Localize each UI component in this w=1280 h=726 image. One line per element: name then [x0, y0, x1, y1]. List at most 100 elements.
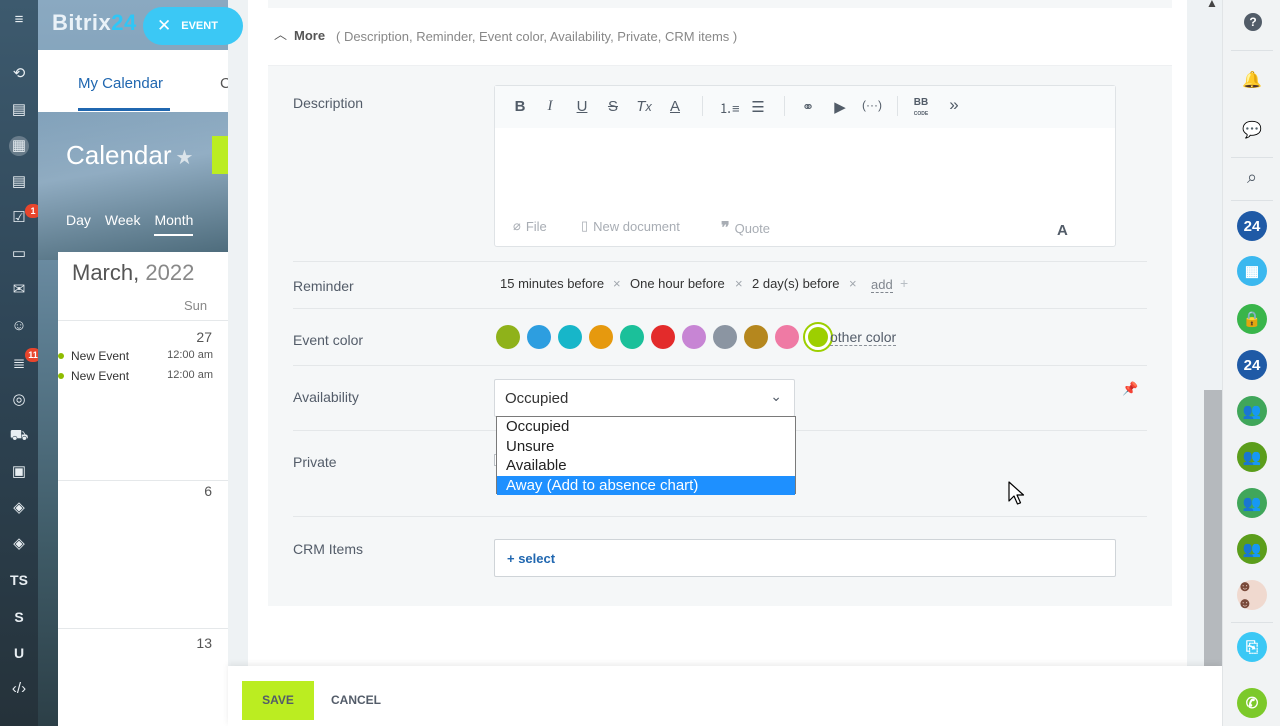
star-icon[interactable]: ★: [176, 147, 194, 169]
color-swatch[interactable]: [713, 325, 737, 349]
code-block-icon[interactable]: (···): [861, 98, 883, 112]
new-document-button[interactable]: ▯ New document: [581, 218, 680, 234]
plus-icon[interactable]: +: [900, 275, 908, 291]
toggle-toolbar-icon[interactable]: A: [1057, 222, 1068, 239]
cancel-button[interactable]: CANCEL: [331, 693, 381, 707]
quote-button[interactable]: ❞ Quote: [721, 218, 770, 238]
nav-text-ts[interactable]: TS: [9, 570, 29, 590]
group-chat-icon-4[interactable]: 👥: [1237, 534, 1267, 564]
contact-card-icon[interactable]: ▣: [9, 462, 29, 482]
day-number[interactable]: 27: [196, 329, 212, 345]
remove-reminder-icon[interactable]: ×: [735, 276, 743, 291]
color-swatch[interactable]: [620, 325, 644, 349]
text-color-icon[interactable]: A: [666, 98, 684, 115]
code-icon[interactable]: ‹/›: [9, 679, 29, 699]
color-swatch[interactable]: [558, 325, 582, 349]
documents-icon[interactable]: ▤: [9, 172, 29, 192]
user-avatar[interactable]: ☻☻: [1237, 578, 1267, 612]
color-swatch[interactable]: [527, 325, 551, 349]
group-chat-icon-2[interactable]: 👥: [1237, 442, 1267, 472]
search-icon[interactable]: ⌕: [1237, 162, 1267, 192]
close-event-button[interactable]: ✕ EVENT: [143, 7, 243, 45]
activity-stream-icon[interactable]: ⟲: [9, 64, 29, 84]
other-color-link[interactable]: other color: [830, 329, 897, 346]
color-swatch[interactable]: [744, 325, 768, 349]
calendar-event[interactable]: New Event 12:00 am: [58, 369, 213, 383]
pin-icon[interactable]: 📌: [1122, 381, 1138, 397]
target-icon[interactable]: ◎: [9, 390, 29, 410]
lock-chat-icon[interactable]: 🔒: [1237, 304, 1267, 334]
crm-select-link[interactable]: + select: [507, 551, 555, 566]
underline-icon[interactable]: U: [573, 98, 591, 115]
bold-icon[interactable]: B: [511, 98, 529, 115]
link-icon[interactable]: ⚭: [799, 98, 817, 116]
group-chat-icon-3[interactable]: 👥: [1237, 488, 1267, 518]
option-available[interactable]: Available: [497, 456, 795, 476]
bullet-list-icon[interactable]: ☰: [749, 98, 767, 116]
close-icon: ✕: [157, 16, 172, 35]
group-chat-icon[interactable]: 👥: [1237, 396, 1267, 426]
view-month[interactable]: Month: [154, 212, 194, 236]
crm-items-field[interactable]: + select: [494, 539, 1116, 577]
calendar-background: Bitrix24 My Calendar C Calendar ★ Day Wee…: [38, 0, 228, 726]
view-day[interactable]: Day: [66, 212, 91, 236]
add-button-edge[interactable]: [212, 136, 228, 174]
day-number[interactable]: 13: [196, 635, 212, 651]
calendar-icon[interactable]: ▦: [9, 136, 29, 156]
save-button[interactable]: SAVE: [242, 681, 314, 720]
strikethrough-icon[interactable]: S: [604, 98, 622, 115]
option-away[interactable]: Away (Add to absence chart): [497, 475, 795, 495]
tab-company[interactable]: C: [220, 75, 228, 92]
color-swatch[interactable]: [775, 325, 799, 349]
page-title: Calendar ★: [66, 140, 194, 170]
phone-call-icon[interactable]: ✆: [1237, 688, 1267, 718]
color-swatch[interactable]: [682, 325, 706, 349]
scroll-up-icon[interactable]: ▲: [1206, 0, 1218, 10]
description-editor[interactable]: B I U S Tx A ⒈≡ ☰ ⚭ ▶ (···) BB CODE » ⌀ Fi…: [494, 85, 1116, 247]
more-label[interactable]: More: [294, 28, 325, 43]
help-icon[interactable]: ?: [1244, 13, 1262, 31]
drive-icon[interactable]: ▭: [9, 244, 29, 264]
scrollbar-thumb[interactable]: [1204, 390, 1222, 666]
availability-select[interactable]: Occupied ⌄: [494, 379, 795, 417]
numbered-list-icon[interactable]: ⒈≡: [719, 98, 740, 117]
more-tools-icon[interactable]: »: [945, 95, 963, 115]
attach-file-button[interactable]: ⌀ File: [513, 218, 547, 234]
video-icon[interactable]: ▶: [831, 98, 849, 116]
messages-icon[interactable]: 💬: [1237, 116, 1267, 146]
box-icon-2[interactable]: ◈: [9, 534, 29, 554]
feed-icon[interactable]: ▤: [9, 100, 29, 120]
mail-icon[interactable]: ✉: [9, 280, 29, 300]
remove-reminder-icon[interactable]: ×: [849, 276, 857, 291]
color-swatch[interactable]: [803, 322, 833, 352]
cart-icon[interactable]: ⛟: [9, 426, 29, 446]
color-swatch[interactable]: [589, 325, 613, 349]
reminder-item: One hour before: [630, 276, 725, 291]
nav-text-s[interactable]: S: [9, 607, 29, 627]
chevron-up-icon[interactable]: ︿: [274, 24, 287, 43]
notifications-icon[interactable]: 🔔: [1237, 66, 1267, 96]
box-icon[interactable]: ◈: [9, 498, 29, 518]
color-swatch[interactable]: [651, 325, 675, 349]
view-week[interactable]: Week: [105, 212, 141, 236]
nav-text-u[interactable]: U: [9, 643, 29, 663]
clear-format-icon[interactable]: Tx: [635, 98, 653, 115]
add-reminder-link[interactable]: add: [871, 277, 893, 293]
bitrix24-chat-icon[interactable]: 24: [1237, 211, 1267, 241]
left-navigation: ≡ ⟲ ▤ ▦ ▤ ☑ 1 ▭ ✉ ☺ ≣ 11 ◎ ⛟ ▣ ◈ ◈ TS S …: [0, 0, 41, 726]
tab-my-calendar[interactable]: My Calendar: [78, 75, 163, 92]
calendar-event[interactable]: New Event 12:00 am: [58, 349, 213, 363]
bitrix24-chat-icon-2[interactable]: 24: [1237, 350, 1267, 380]
remove-reminder-icon[interactable]: ×: [613, 276, 621, 291]
option-occupied[interactable]: Occupied: [497, 417, 795, 437]
day-number[interactable]: 6: [204, 483, 212, 499]
italic-icon[interactable]: I: [541, 98, 559, 115]
option-unsure[interactable]: Unsure: [497, 437, 795, 457]
groups-icon[interactable]: ☺: [9, 316, 29, 336]
menu-icon[interactable]: ≡: [9, 10, 29, 30]
phone-transfer-icon[interactable]: ⎘: [1237, 632, 1267, 662]
bb-code-icon[interactable]: BB CODE: [911, 98, 931, 119]
calendar-chat-icon[interactable]: ▦: [1237, 256, 1267, 286]
color-swatch[interactable]: [496, 325, 520, 349]
more-section-header[interactable]: ︿ More ( Description, Reminder, Event co…: [268, 0, 1172, 66]
